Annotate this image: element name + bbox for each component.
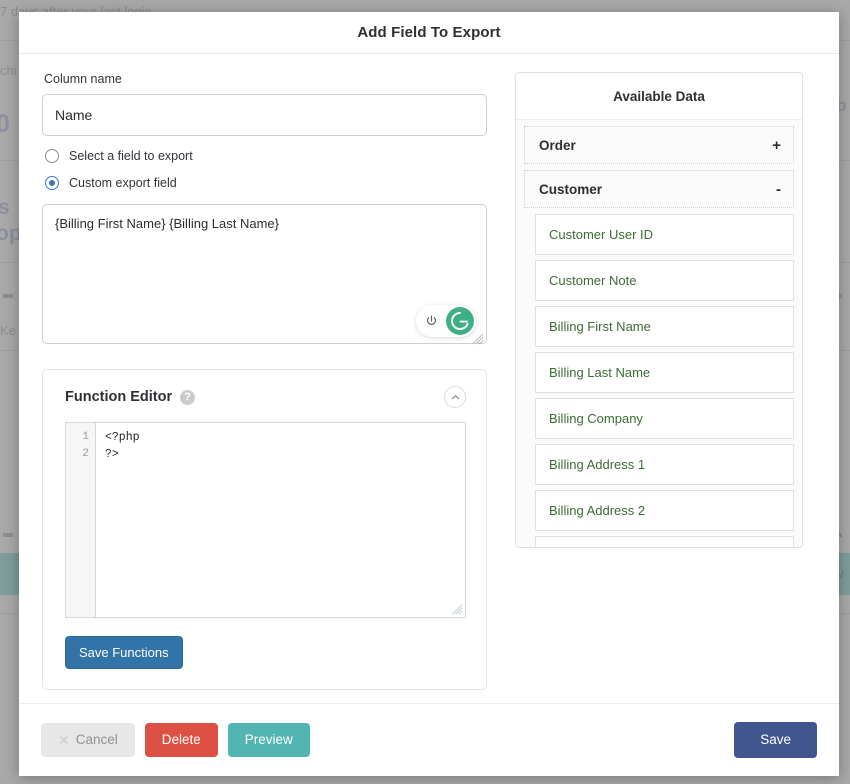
field-item[interactable] <box>535 536 794 547</box>
column-name-input[interactable] <box>42 94 487 136</box>
function-editor-title-wrap: Function Editor ? <box>65 389 195 405</box>
available-data-scroll[interactable]: Order + Customer - Customer User ID Cust… <box>516 120 802 547</box>
grammarly-widget[interactable] <box>416 305 476 337</box>
group-name: Customer <box>539 182 602 197</box>
left-column: Column name Select a field to export Cus… <box>42 72 487 703</box>
group-name: Order <box>539 138 576 153</box>
delete-button[interactable]: Delete <box>145 723 218 757</box>
function-editor-collapse-button[interactable] <box>444 386 466 408</box>
backdrop-dash <box>3 294 13 298</box>
field-item[interactable]: Customer Note <box>535 260 794 301</box>
right-column: Available Data Order + Customer - Custom… <box>515 72 803 703</box>
php-code-editor[interactable]: 1 2 <?php ?> <box>65 422 466 618</box>
collapse-minus-icon[interactable]: - <box>776 181 781 198</box>
column-name-label: Column name <box>44 72 487 86</box>
add-field-modal: Add Field To Export Column name Select a… <box>19 12 839 776</box>
code-gutter: 1 2 <box>66 423 96 617</box>
power-icon[interactable] <box>424 314 439 329</box>
close-x-icon: ✕ <box>58 733 70 747</box>
modal-body: Column name Select a field to export Cus… <box>19 54 839 703</box>
radio-indicator-checked[interactable] <box>45 176 59 190</box>
accordion-group-order[interactable]: Order + <box>524 126 794 164</box>
available-data-panel: Available Data Order + Customer - Custom… <box>515 72 803 548</box>
customer-field-list: Customer User ID Customer Note Billing F… <box>516 214 802 547</box>
function-editor-title: Function Editor <box>65 389 172 405</box>
field-item[interactable]: Billing Address 1 <box>535 444 794 485</box>
code-line: ?> <box>105 446 465 463</box>
backdrop-fragment-s: s <box>0 196 10 220</box>
cancel-button[interactable]: ✕ Cancel <box>41 723 135 757</box>
modal-title: Add Field To Export <box>357 24 500 41</box>
custom-field-wrapper <box>42 204 487 349</box>
field-item[interactable]: Customer User ID <box>535 214 794 255</box>
code-resize-handle-icon[interactable] <box>452 604 463 615</box>
backdrop-fragment-zero: 0 <box>0 110 10 139</box>
function-editor-panel: Function Editor ? 1 2 <?ph <box>42 369 487 690</box>
backdrop-fragment-chi: chi <box>0 63 17 78</box>
radio-custom-export-field[interactable]: Custom export field <box>45 176 487 190</box>
line-number: 2 <box>66 446 95 463</box>
field-item[interactable]: Billing Address 2 <box>535 490 794 531</box>
cancel-button-label: Cancel <box>76 733 118 747</box>
radio-select-field-to-export[interactable]: Select a field to export <box>45 149 487 163</box>
modal-footer: ✕ Cancel Delete Preview Save <box>19 703 839 776</box>
available-data-title: Available Data <box>516 73 802 120</box>
expand-plus-icon[interactable]: + <box>772 137 781 154</box>
radio-label: Custom export field <box>69 176 177 190</box>
radio-label: Select a field to export <box>69 149 193 163</box>
grammarly-logo-icon[interactable] <box>446 307 474 335</box>
function-editor-header: Function Editor ? <box>65 386 466 408</box>
radio-indicator-unchecked[interactable] <box>45 149 59 163</box>
backdrop-fragment-ke: Ke <box>0 323 16 338</box>
preview-button[interactable]: Preview <box>228 723 310 757</box>
backdrop-dash <box>3 533 13 537</box>
field-item[interactable]: Billing Last Name <box>535 352 794 393</box>
help-circle-icon[interactable]: ? <box>180 390 195 405</box>
save-functions-button[interactable]: Save Functions <box>65 636 183 669</box>
save-button[interactable]: Save <box>734 722 817 758</box>
accordion-group-customer[interactable]: Customer - <box>524 170 794 208</box>
line-number: 1 <box>66 429 95 446</box>
chevron-up-icon <box>450 392 461 403</box>
modal-header: Add Field To Export <box>19 12 839 54</box>
code-line: <?php <box>105 429 465 446</box>
field-item[interactable]: Billing Company <box>535 398 794 439</box>
field-item[interactable]: Billing First Name <box>535 306 794 347</box>
code-content[interactable]: <?php ?> <box>96 423 465 617</box>
